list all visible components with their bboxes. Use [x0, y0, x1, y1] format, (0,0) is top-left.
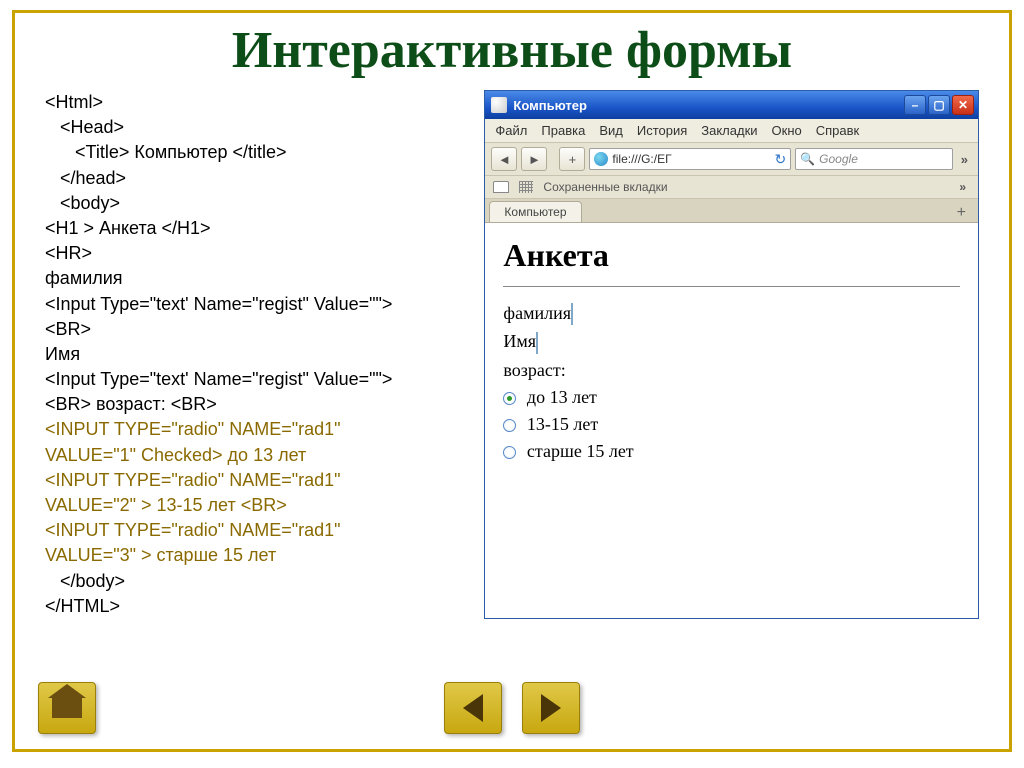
grid-icon[interactable] [519, 181, 533, 193]
age-label: возраст: [503, 360, 960, 381]
book-icon[interactable] [493, 181, 509, 193]
search-placeholder: Google [819, 152, 858, 166]
browser-tab[interactable]: Компьютер [489, 201, 581, 222]
code-line: <body> [45, 191, 460, 216]
bookmark-label[interactable]: Сохраненные вкладки [543, 180, 667, 194]
radio-label: до 13 лет [527, 387, 597, 407]
menu-item[interactable]: Окно [772, 123, 802, 138]
arrow-right-icon [541, 694, 561, 722]
radio-row: до 13 лет [503, 387, 960, 408]
window-title: Компьютер [513, 98, 586, 113]
code-line: <INPUT TYPE="radio" NAME="rad1" [45, 417, 460, 442]
arrow-left-icon [463, 694, 483, 722]
radio-option[interactable] [503, 419, 516, 432]
chevron-icon[interactable]: » [957, 152, 972, 167]
close-button[interactable]: ✕ [952, 95, 974, 115]
name-input[interactable] [536, 332, 538, 354]
radio-row: 13-15 лет [503, 414, 960, 435]
surname-label: фамилия [503, 303, 571, 323]
back-button[interactable]: ◄ [491, 147, 517, 171]
add-button[interactable]: + [559, 147, 585, 171]
code-line: <Html> [45, 90, 460, 115]
code-line: </head> [45, 166, 460, 191]
menu-item[interactable]: Справк [816, 123, 859, 138]
code-line: <BR> [45, 317, 460, 342]
slide-frame: Интерактивные формы <Html> <Head> <Title… [12, 10, 1012, 752]
code-line: <Input Type="text' Name="regist" Value="… [45, 367, 460, 392]
radio-label: старше 15 лет [527, 441, 634, 461]
surname-input[interactable] [571, 303, 573, 325]
page-content: Анкета фамилия Имя возраст: до 13 лет [485, 223, 978, 618]
search-icon: 🔍 [800, 152, 815, 166]
globe-icon [594, 152, 608, 166]
slide-title: Интерактивные формы [45, 21, 979, 80]
form-row: Имя [503, 331, 960, 353]
menu-item[interactable]: Закладки [701, 123, 757, 138]
menu-item[interactable]: Вид [599, 123, 623, 138]
url-text: file:///G:/ЕГ [612, 152, 671, 166]
prev-slide-button[interactable] [444, 682, 502, 734]
address-bar[interactable]: file:///G:/ЕГ ↻ [589, 148, 791, 170]
code-line: VALUE="3" > старше 15 лет [45, 543, 460, 568]
forward-button[interactable]: ► [521, 147, 547, 171]
browser-window: Компьютер – ▢ ✕ Файл Правка Вид История … [484, 90, 979, 619]
code-line: <Input Type="text' Name="regist" Value="… [45, 292, 460, 317]
next-slide-button[interactable] [522, 682, 580, 734]
code-line: <H1 > Анкета </H1> [45, 216, 460, 241]
code-listing: <Html> <Head> <Title> Компьютер </title>… [45, 90, 460, 619]
menu-item[interactable]: История [637, 123, 687, 138]
bookmarks-bar: Сохраненные вкладки » [485, 176, 978, 199]
minimize-button[interactable]: – [904, 95, 926, 115]
tab-bar: Компьютер + [485, 199, 978, 223]
divider [503, 286, 960, 287]
new-tab-button[interactable]: + [949, 204, 974, 222]
code-line: <BR> возраст: <BR> [45, 392, 460, 417]
menu-item[interactable]: Правка [541, 123, 585, 138]
code-line: фамилия [45, 266, 460, 291]
code-line: <INPUT TYPE="radio" NAME="rad1" [45, 468, 460, 493]
radio-row: старше 15 лет [503, 441, 960, 462]
code-line: </body> [45, 569, 460, 594]
code-line: VALUE="1" Checked> до 13 лет [45, 443, 460, 468]
code-line: VALUE="2" > 13-15 лет <BR> [45, 493, 460, 518]
radio-label: 13-15 лет [527, 414, 598, 434]
menu-item[interactable]: Файл [495, 123, 527, 138]
radio-option[interactable] [503, 446, 516, 459]
content-row: <Html> <Head> <Title> Компьютер </title>… [45, 90, 979, 619]
footer-nav [0, 682, 1024, 734]
code-line: <Head> [45, 115, 460, 140]
nav-toolbar: ◄ ► + file:///G:/ЕГ ↻ 🔍 Google » [485, 143, 978, 176]
window-titlebar: Компьютер – ▢ ✕ [485, 91, 978, 119]
refresh-icon[interactable]: ↻ [774, 151, 786, 168]
code-line: <Title> Компьютер </title> [45, 140, 460, 165]
chevron-icon[interactable]: » [955, 180, 970, 194]
radio-option[interactable] [503, 392, 516, 405]
search-box[interactable]: 🔍 Google [795, 148, 953, 170]
menu-bar: Файл Правка Вид История Закладки Окно Сп… [485, 119, 978, 143]
name-label: Имя [503, 331, 536, 351]
form-row: фамилия [503, 303, 960, 325]
maximize-button[interactable]: ▢ [928, 95, 950, 115]
page-heading: Анкета [503, 237, 960, 274]
code-line: </HTML> [45, 594, 460, 619]
page-icon [491, 97, 507, 113]
code-line: <INPUT TYPE="radio" NAME="rad1" [45, 518, 460, 543]
code-line: Имя [45, 342, 460, 367]
code-line: <HR> [45, 241, 460, 266]
